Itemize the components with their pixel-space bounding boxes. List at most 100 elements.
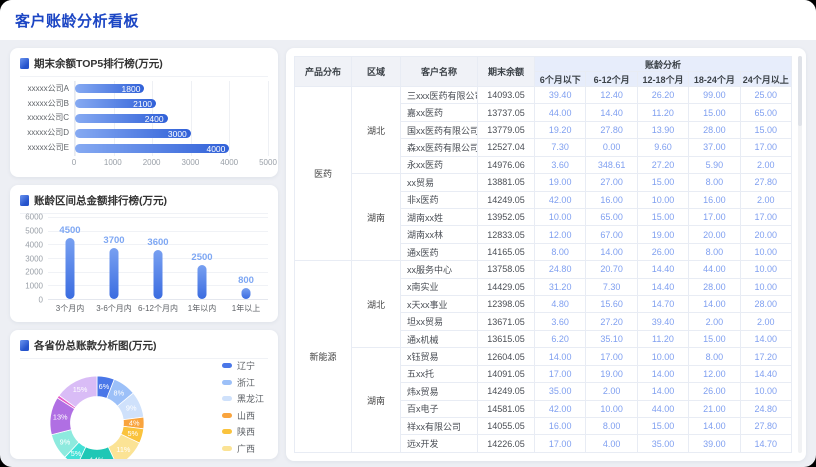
aging-value-cell: 2.00 <box>740 191 791 208</box>
donut-slice-label: 4% <box>129 419 140 428</box>
aging-value-cell: 6.20 <box>535 330 586 347</box>
aging-category-label: 6-12个月内 <box>136 300 180 314</box>
legend-marker <box>222 363 232 368</box>
aging-value-cell: 19.20 <box>535 121 586 138</box>
balance-cell: 14581.05 <box>478 400 535 417</box>
aging-category-label: 1年以内 <box>180 300 224 314</box>
donut-slice-label: 6% <box>99 382 110 391</box>
aging-value-cell: 5.90 <box>689 156 740 173</box>
donut-slice-label: 5% <box>71 449 82 458</box>
legend-item-广西[interactable]: 广西 <box>222 442 264 455</box>
top5-bar: 3000 <box>75 129 191 138</box>
table-scrollbar-thumb[interactable] <box>798 56 802 126</box>
customer-name-cell: 湖南xx姓 <box>401 208 478 225</box>
aging-analysis-table: 产品分布 区域 客户名称 期末余额 账龄分析 6个月以下6-12个月12-18个… <box>294 56 792 453</box>
top5-bar-chart: xxxxx公司Axxxxx公司Bxxxxx公司Cxxxxx公司Dxxxxx公司E… <box>20 81 268 169</box>
aging-value-cell: 9.60 <box>637 139 688 156</box>
customer-name-cell: 森xx医药有限公司 <box>401 139 478 156</box>
customer-name-cell: 五xx托 <box>401 365 478 382</box>
legend-item-浙江[interactable]: 浙江 <box>222 376 264 389</box>
y-tick-label: 5000 <box>25 226 43 235</box>
balance-cell: 13779.05 <box>478 121 535 138</box>
aging-value-cell: 20.00 <box>689 226 740 243</box>
aging-value-cell: 24.80 <box>535 261 586 278</box>
balance-cell: 12398.05 <box>478 296 535 313</box>
product-cell: 医药 <box>295 87 352 261</box>
aging-bar <box>110 248 119 299</box>
panel-top5-header: 期末余额TOP5排行榜(万元) <box>20 56 268 77</box>
aging-value-cell: 17.00 <box>740 208 791 225</box>
aging-value-cell: 14.40 <box>637 261 688 278</box>
aging-value-cell: 39.40 <box>637 313 688 330</box>
aging-value-cell: 39.00 <box>689 435 740 453</box>
aging-value-cell: 25.00 <box>740 87 791 104</box>
balance-cell: 14429.05 <box>478 278 535 295</box>
aging-bar-value: 2500 <box>191 252 212 263</box>
donut-slice-label: 14% <box>90 456 105 459</box>
aging-value-cell: 19.00 <box>535 174 586 191</box>
aging-value-cell: 19.00 <box>637 226 688 243</box>
customer-name-cell: 国xx医药有限公司 <box>401 121 478 138</box>
col-header-aging: 18-24个月 <box>689 72 740 87</box>
top5-x-axis-ticks: 010002000300040005000 <box>74 156 268 169</box>
donut-slice-label: 9% <box>126 404 137 413</box>
table-row: 医药湖北三xxx医药有限公司14093.0539.4012.4026.2099.… <box>295 87 792 104</box>
aging-value-cell: 2.00 <box>689 313 740 330</box>
aging-value-cell: 26.00 <box>689 383 740 400</box>
aging-value-cell: 8.00 <box>689 348 740 365</box>
aging-value-cell: 15.00 <box>689 330 740 347</box>
col-header-customer: 客户名称 <box>401 57 478 87</box>
legend-item-黑龙江[interactable]: 黑龙江 <box>222 392 264 405</box>
panel-aging-range: 账龄区间总金额排行榜(万元) 0100020003000400050006000… <box>10 185 278 322</box>
aging-value-cell: 15.60 <box>586 296 637 313</box>
col-header-balance: 期末余额 <box>478 57 535 87</box>
balance-cell: 13737.05 <box>478 104 535 121</box>
customer-name-cell: x钰贸易 <box>401 348 478 365</box>
aging-value-cell: 2.00 <box>586 383 637 400</box>
top5-category-label: xxxxx公司D <box>27 127 69 138</box>
aging-value-cell: 21.00 <box>689 400 740 417</box>
balance-cell: 12604.05 <box>478 348 535 365</box>
legend-item-湖北[interactable]: 湖北 <box>222 458 264 459</box>
product-cell: 新能源 <box>295 261 352 453</box>
aging-value-cell: 16.00 <box>586 191 637 208</box>
aging-value-cell: 28.00 <box>689 121 740 138</box>
top5-bar: 2100 <box>75 99 156 108</box>
aging-bar-value: 3600 <box>147 237 168 248</box>
y-tick-label: 1000 <box>25 282 43 291</box>
legend-item-辽宁[interactable]: 辽宁 <box>222 359 264 372</box>
table-scrollbar[interactable] <box>798 56 802 453</box>
balance-cell: 14976.06 <box>478 156 535 173</box>
customer-name-cell: 百x电子 <box>401 400 478 417</box>
aging-value-cell: 3.60 <box>535 313 586 330</box>
aging-value-cell: 17.20 <box>740 348 791 365</box>
dashboard: 客户账龄分析看板 期末余额TOP5排行榜(万元) xxxxx公司Axxxxx公司… <box>0 0 816 467</box>
legend-item-山西[interactable]: 山西 <box>222 409 264 422</box>
aging-value-cell: 8.00 <box>689 174 740 191</box>
aging-category-labels: 3个月内3-6个月内6-12个月内1年以内1年以上 <box>48 300 268 314</box>
region-cell: 湖南 <box>352 348 401 453</box>
bar-chart-icon <box>20 58 29 69</box>
aging-value-cell: 8.00 <box>535 243 586 260</box>
top5-bar: 2400 <box>75 114 168 123</box>
table-row: 新能源湖北xx服务中心13758.0524.8020.7014.4044.001… <box>295 261 792 278</box>
x-tick-label: 3000 <box>181 158 199 167</box>
aging-value-cell: 20.70 <box>586 261 637 278</box>
aging-value-cell: 2.00 <box>740 313 791 330</box>
customer-name-cell: 非x医药 <box>401 191 478 208</box>
top5-bar: 4000 <box>75 144 229 153</box>
table-header: 产品分布 区域 客户名称 期末余额 账龄分析 6个月以下6-12个月12-18个… <box>295 57 792 87</box>
panel-top5-title: 期末余额TOP5排行榜(万元) <box>34 56 163 71</box>
top5-category-label: xxxxx公司B <box>28 98 69 109</box>
top5-bar-value: 3000 <box>168 129 187 139</box>
balance-cell: 14093.05 <box>478 87 535 104</box>
col-header-aging: 24个月以上 <box>740 72 791 87</box>
aging-value-cell: 11.20 <box>637 330 688 347</box>
legend-marker <box>222 380 232 385</box>
balance-cell: 12527.04 <box>478 139 535 156</box>
aging-value-cell: 39.40 <box>535 87 586 104</box>
legend-item-陕西[interactable]: 陕西 <box>222 425 264 438</box>
aging-value-cell: 27.80 <box>740 418 791 435</box>
top5-category-label: xxxxx公司E <box>28 142 69 153</box>
aging-value-cell: 10.00 <box>740 261 791 278</box>
